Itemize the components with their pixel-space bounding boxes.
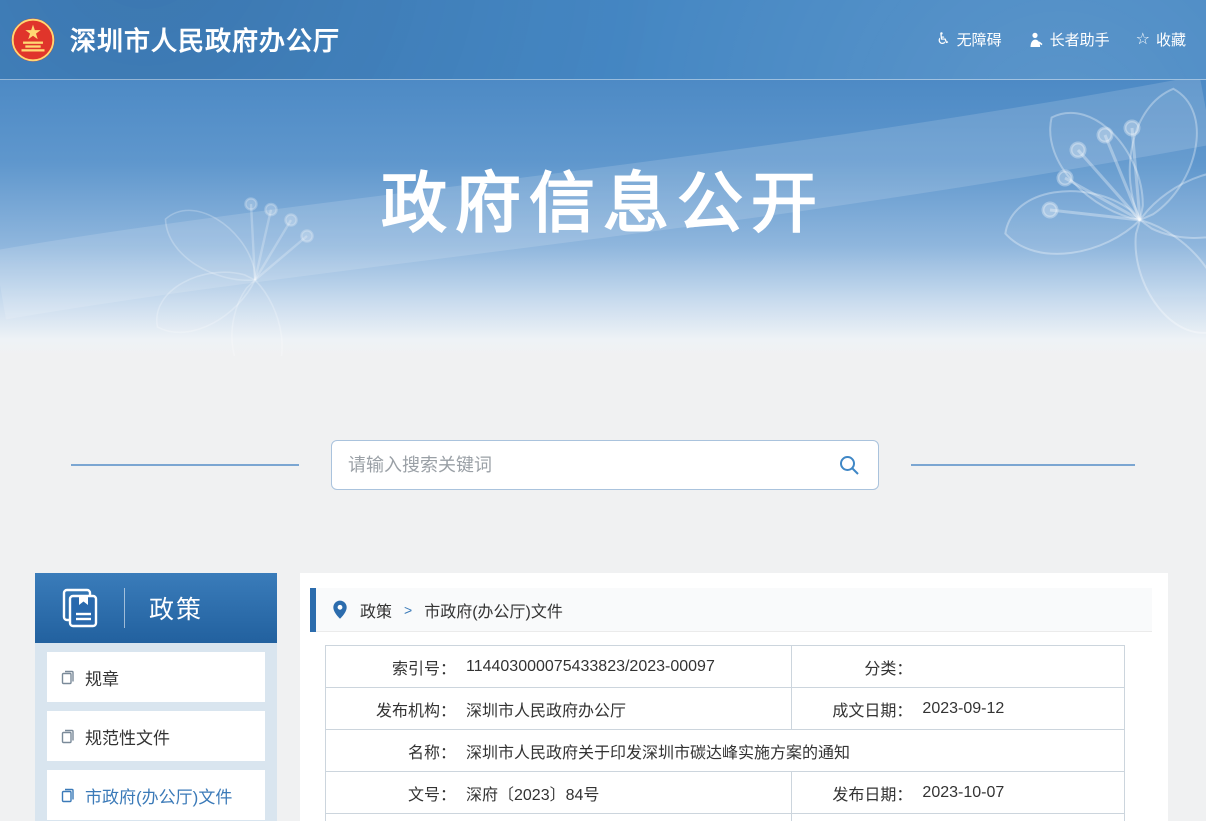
document-name-cell: 名称： 深圳市人民政府关于印发深圳市碳达峰实施方案的通知: [326, 730, 1124, 771]
issuing-agency-label: 发布机构：: [326, 697, 456, 721]
document-icon: [60, 728, 76, 744]
document-icon: [60, 669, 76, 685]
search-box: [331, 440, 879, 490]
location-pin-icon: [332, 600, 348, 620]
sidebar-item-label: 规章: [85, 665, 119, 690]
topbar-links: ♿ 无障碍 长者助手 ☆ 收藏: [936, 29, 1186, 50]
document-name-value: 深圳市人民政府关于印发深圳市碳达峰实施方案的通知: [466, 739, 850, 763]
written-date-cell: 成文日期： 2023-09-12: [792, 688, 1124, 729]
page: 深圳市人民政府办公厅 ♿ 无障碍 长者助手 ☆ 收藏: [0, 0, 1206, 821]
document-icon: [60, 787, 76, 803]
search-button[interactable]: [836, 452, 862, 478]
issuing-agency-value: 深圳市人民政府办公厅: [466, 697, 626, 721]
accessibility-label: 无障碍: [957, 29, 1002, 50]
sidebar-item-regulations[interactable]: 规章: [47, 652, 265, 702]
site-brand: 深圳市人民政府办公厅: [10, 17, 340, 63]
content-area: 政策 规章 规范性文件: [0, 356, 1206, 821]
main-row: 政策 规章 规范性文件: [0, 573, 1206, 821]
document-number-label: 文号：: [326, 781, 456, 805]
index-number-cell: 索引号： 114403000075433823/2023-00097: [326, 646, 792, 687]
table-row: 文号： 深府〔2023〕84号 发布日期： 2023-10-07: [326, 772, 1124, 814]
sidebar-item-label: 市政府(办公厅)文件: [85, 783, 232, 808]
written-date-label: 成文日期：: [792, 697, 912, 721]
publish-date-cell: 发布日期： 2023-10-07: [792, 772, 1124, 813]
page-title: 政府信息公开: [0, 80, 1206, 246]
accessibility-link[interactable]: ♿ 无障碍: [936, 29, 1001, 50]
index-number-value: 114403000075433823/2023-00097: [466, 658, 715, 676]
breadcrumb-current[interactable]: 市政府(办公厅)文件: [424, 598, 563, 622]
publish-date-value: 2023-10-07: [922, 784, 1004, 802]
index-number-label: 索引号：: [326, 655, 456, 679]
sidebar-header: 政策: [35, 573, 277, 643]
table-row: 索引号： 114403000075433823/2023-00097 分类：: [326, 646, 1124, 688]
breadcrumb-root[interactable]: 政策: [360, 598, 392, 622]
table-row: 发布机构： 深圳市人民政府办公厅 成文日期： 2023-09-12: [326, 688, 1124, 730]
sidebar-title: 政策: [149, 590, 203, 626]
sidebar-item-normative-documents[interactable]: 规范性文件: [47, 711, 265, 761]
search-input[interactable]: [348, 455, 836, 476]
sidebar-menu: 规章 规范性文件 市政府(办公厅)文件: [35, 643, 277, 820]
sidebar: 政策 规章 规范性文件: [35, 573, 277, 821]
elder-helper-label: 长者助手: [1050, 29, 1110, 50]
elder-helper-link[interactable]: 长者助手: [1028, 29, 1110, 50]
sidebar-item-municipal-documents[interactable]: 市政府(办公厅)文件: [47, 770, 265, 820]
right-decorative-line: [911, 464, 1135, 466]
document-info-table: 索引号： 114403000075433823/2023-00097 分类： 发…: [325, 645, 1125, 821]
national-emblem-logo: [10, 17, 56, 63]
breadcrumb: 政策 > 市政府(办公厅)文件: [310, 588, 1152, 632]
accessibility-icon: ♿: [936, 32, 950, 48]
star-icon: ☆: [1136, 32, 1150, 48]
left-decorative-line: [71, 464, 299, 466]
search-icon: [837, 453, 861, 477]
favorite-label: 收藏: [1156, 29, 1186, 50]
hero-banner: 政府信息公开: [0, 80, 1206, 356]
category-label: 分类：: [792, 655, 912, 679]
table-row: 名称： 深圳市人民政府关于印发深圳市碳达峰实施方案的通知: [326, 730, 1124, 772]
breadcrumb-accent-bar: [310, 588, 316, 632]
category-cell: 分类：: [792, 646, 1124, 687]
breadcrumb-separator: >: [404, 602, 412, 618]
site-title: 深圳市人民政府办公厅: [70, 21, 340, 58]
written-date-value: 2023-09-12: [922, 700, 1004, 718]
sidebar-item-label: 规范性文件: [85, 724, 170, 749]
document-name-label: 名称：: [326, 739, 456, 763]
policy-book-icon: [58, 586, 102, 630]
document-number-value: 深府〔2023〕84号: [466, 781, 599, 805]
publish-date-label: 发布日期：: [792, 781, 912, 805]
search-section: [0, 356, 1206, 490]
document-number-cell: 文号： 深府〔2023〕84号: [326, 772, 792, 813]
table-row-partial: [326, 814, 1124, 821]
elder-helper-icon: [1028, 32, 1044, 48]
sidebar-header-divider: [124, 588, 125, 628]
favorite-link[interactable]: ☆ 收藏: [1136, 29, 1186, 50]
issuing-agency-cell: 发布机构： 深圳市人民政府办公厅: [326, 688, 792, 729]
topbar: 深圳市人民政府办公厅 ♿ 无障碍 长者助手 ☆ 收藏: [0, 0, 1206, 80]
document-panel: 政策 > 市政府(办公厅)文件 索引号： 114403000075433823/…: [300, 573, 1168, 821]
